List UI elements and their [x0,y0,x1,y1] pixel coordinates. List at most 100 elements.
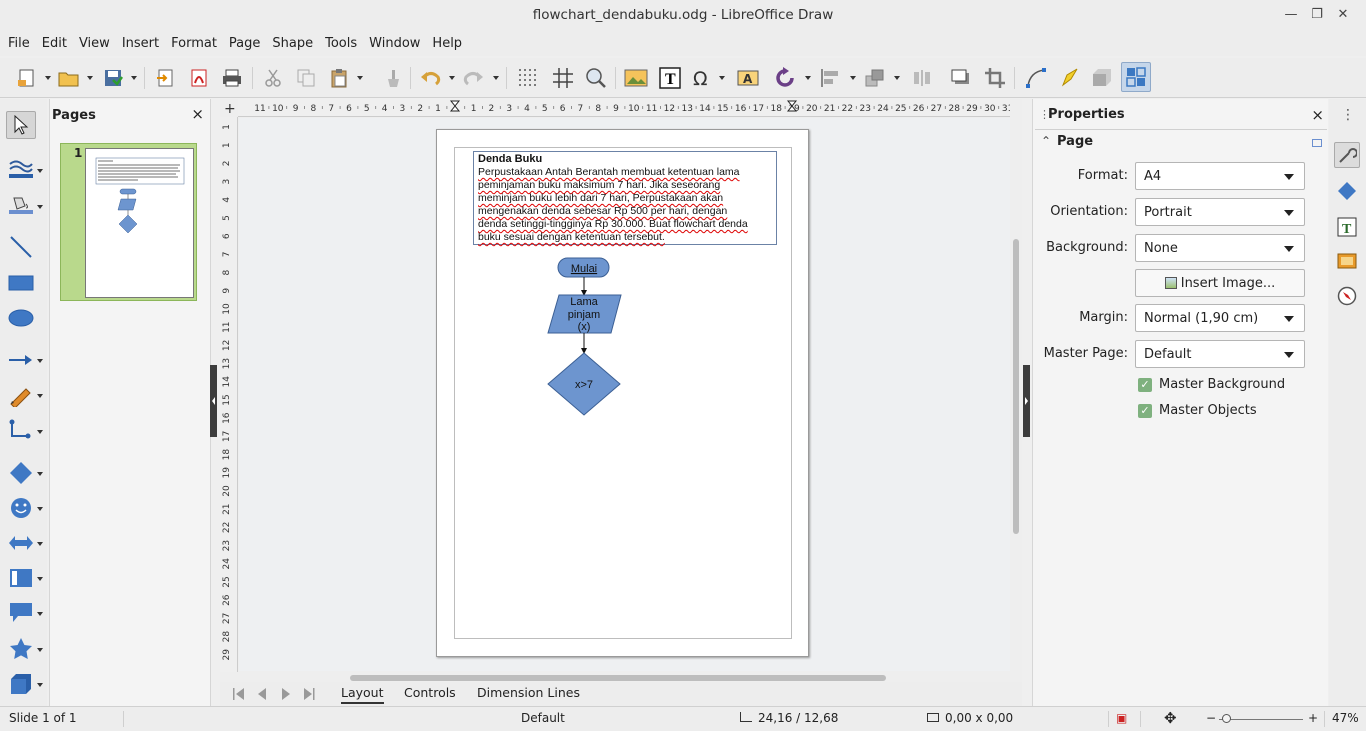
more-options-icon[interactable] [1312,139,1322,147]
background-select[interactable]: None [1135,234,1305,262]
special-character-icon[interactable]: Ω [689,66,715,90]
problem-textbox[interactable]: Denda Buku Perpustakaan Antah Berantah m… [473,151,777,245]
crop-icon[interactable] [982,66,1008,90]
orientation-select[interactable]: Portrait [1135,198,1305,226]
select-arrow-icon[interactable] [6,111,36,139]
ellipse-tool-icon[interactable] [6,304,36,332]
sidebar-toggle-icon[interactable] [1121,62,1151,92]
margin-select[interactable]: Normal (1,90 cm) [1135,304,1305,332]
menu-file[interactable]: File [2,32,36,56]
3d-objects-icon[interactable] [6,670,36,698]
block-arrows-icon[interactable] [6,529,36,557]
tab-navigation-icons[interactable] [230,684,320,704]
insert-image-button[interactable]: Insert Image... [1135,269,1305,297]
vertical-ruler[interactable]: 1 1 2 3 4 5 6 7 8 9 10 11 12 13 14 15 16 17 18 19 20 21 22 23 24… [220,117,238,672]
paste-icon[interactable] [326,66,352,90]
connectors-icon[interactable] [6,417,36,445]
rotate-icon[interactable] [772,66,798,90]
horizontal-ruler[interactable]: 11 10 9 8 7 6 5 4 3 2 1 1 2 3 4 5 6 7 8 9 10 11 12 13 14 15 16 17 18… [238,99,1017,117]
export-icon[interactable] [152,66,178,90]
line-color-icon[interactable] [6,155,36,183]
menu-shape[interactable]: Shape [266,32,319,56]
minimize-icon[interactable]: — [1278,0,1304,32]
menu-view[interactable]: View [73,32,116,56]
master-page-name[interactable]: Default [521,711,565,725]
zoom-level[interactable]: 47% [1332,711,1359,725]
drawing-area[interactable]: Denda Buku Perpustakaan Antah Berantah m… [239,118,1010,671]
tab-controls[interactable]: Controls [404,685,456,700]
menu-window[interactable]: Window [363,32,426,56]
maximize-icon[interactable]: ❐ [1304,0,1330,32]
arrange-icon[interactable] [862,66,888,90]
menu-tools[interactable]: Tools [319,32,363,56]
tab-dimension-lines[interactable]: Dimension Lines [477,685,580,700]
page-canvas[interactable]: Denda Buku Perpustakaan Antah Berantah m… [436,129,809,657]
properties-close-icon[interactable]: × [1311,106,1324,124]
right-panel-collapse-handle[interactable] [1023,365,1030,437]
shadow-icon[interactable] [948,66,974,90]
properties-deck-icon[interactable] [1334,142,1360,168]
open-folder-icon[interactable] [56,66,82,90]
menu-format[interactable]: Format [165,32,223,56]
zoom-out-icon[interactable]: − [1206,711,1216,725]
insert-textbox-icon[interactable]: T [657,66,683,90]
fontwork-icon[interactable]: A [735,66,761,90]
basic-shapes-icon[interactable] [6,459,36,487]
print-icon[interactable] [219,66,245,90]
redo-icon[interactable] [460,66,486,90]
rectangle-tool-icon[interactable] [6,269,36,297]
save-icon[interactable] [100,66,126,90]
toggle-extrusion-icon[interactable] [1089,66,1115,90]
menu-insert[interactable]: Insert [116,32,165,56]
zoom-pan-icon[interactable] [583,66,609,90]
symbol-shapes-icon[interactable] [6,494,36,522]
master-objects-checkbox[interactable]: ✓ [1138,404,1152,418]
flowchart-icon[interactable] [6,564,36,592]
tab-layout[interactable]: Layout [341,685,384,704]
glue-points-icon[interactable] [1057,66,1083,90]
menu-edit[interactable]: Edit [36,32,73,56]
clone-formatting-icon[interactable] [380,66,406,90]
zoom-slider[interactable] [1219,719,1303,720]
callouts-icon[interactable] [6,599,36,627]
lines-arrows-icon[interactable] [6,346,36,374]
cut-icon[interactable] [260,66,286,90]
section-collapse-chevron-icon[interactable]: ⌃ [1041,134,1051,148]
ruler-margin-marker[interactable] [449,100,461,112]
new-document-icon[interactable] [14,66,40,90]
align-objects-icon[interactable] [818,66,844,90]
insert-image-icon[interactable] [623,66,649,90]
format-select[interactable]: A4 [1135,162,1305,190]
styles-deck-icon[interactable]: T [1334,214,1360,240]
shapes-deck-icon[interactable] [1334,178,1360,204]
copy-icon[interactable] [293,66,319,90]
export-pdf-icon[interactable] [186,66,212,90]
horizontal-scrollbar[interactable] [350,675,886,681]
sidebar-menu-icon[interactable]: ⋮ [1341,107,1355,123]
fill-color-icon[interactable] [6,191,36,219]
distribute-icon[interactable] [909,66,935,90]
undo-icon[interactable] [418,66,444,90]
vertical-scrollbar[interactable] [1013,239,1019,534]
master-page-select[interactable]: Default [1135,340,1305,368]
gallery-deck-icon[interactable] [1334,247,1360,273]
grid-display-icon[interactable] [515,66,541,90]
points-icon[interactable] [1023,66,1049,90]
layer-tabs-bar: Layout Controls Dimension Lines [220,682,1022,706]
fit-page-icon[interactable]: ✥ [1164,709,1177,727]
menu-help[interactable]: Help [426,32,468,56]
menu-page[interactable]: Page [223,32,266,56]
pages-panel-close-icon[interactable]: × [191,105,204,123]
stars-icon[interactable] [6,635,36,663]
curves-icon[interactable] [6,381,36,409]
helplines-icon[interactable] [550,66,576,90]
close-window-icon[interactable]: ✕ [1330,0,1356,32]
page-thumbnail[interactable]: 1 [60,143,197,301]
left-panel-collapse-handle[interactable] [210,365,217,437]
master-background-checkbox[interactable]: ✓ [1138,378,1152,392]
zoom-slider-handle[interactable] [1222,714,1231,723]
line-tool-icon[interactable] [6,233,36,261]
zoom-in-icon[interactable]: + [1308,711,1318,725]
document-modified-icon[interactable]: ▣ [1116,711,1127,725]
navigator-deck-icon[interactable] [1334,283,1360,309]
